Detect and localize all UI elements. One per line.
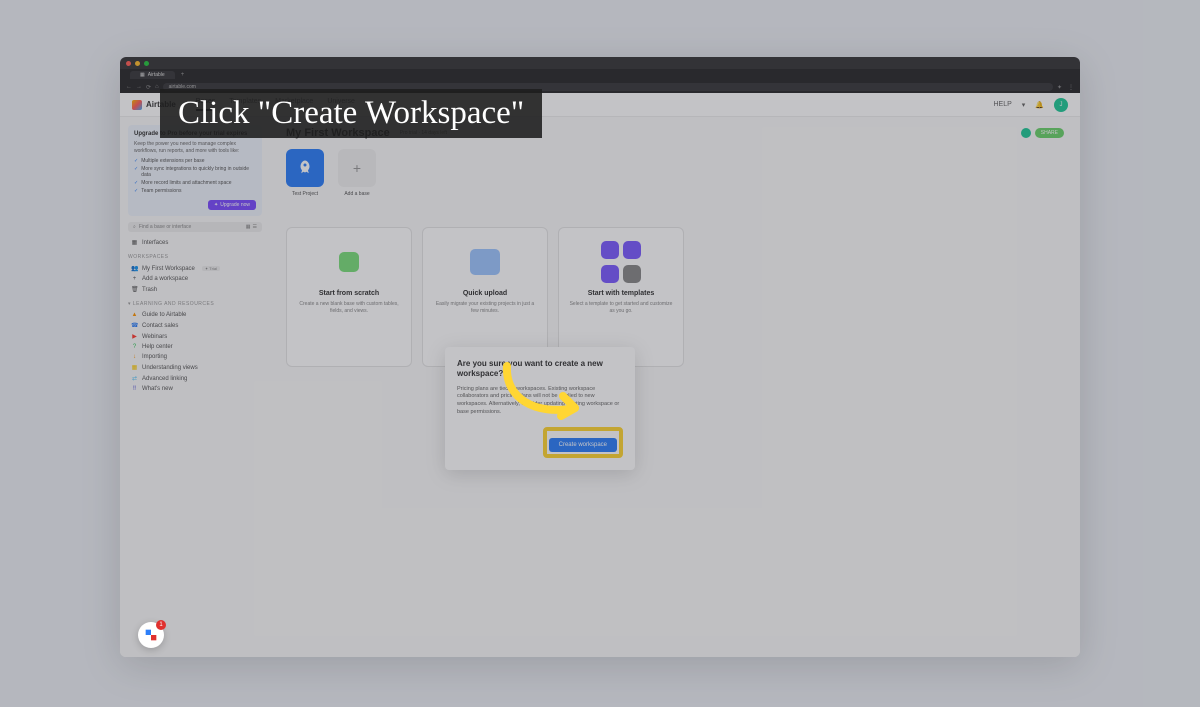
browser-window: ▦ Airtable + ← → ⟳ ⌂ airtable.com ✦ ⋮ Ai… xyxy=(120,57,1080,657)
button-highlight: Create workspace xyxy=(543,427,623,458)
learning-item-icon: ▶ xyxy=(131,333,138,340)
card-subtitle: Select a template to get started and cus… xyxy=(569,301,673,314)
learning-item-icon: ↓ xyxy=(131,354,138,360)
sidebar-add-workspace[interactable]: + Add a workspace xyxy=(128,274,262,284)
start-scratch-card[interactable]: Start from scratch Create a new blank ba… xyxy=(286,227,412,367)
search-icon: ⌕ xyxy=(133,224,136,230)
badge-count: 1 xyxy=(156,620,166,630)
quick-upload-card[interactable]: Quick upload Easily migrate your existin… xyxy=(422,227,548,367)
add-base-tile: + xyxy=(338,149,376,187)
menu-icon[interactable]: ⋮ xyxy=(1068,84,1074,91)
upgrade-promo: Upgrade to Pro before your trial expires… xyxy=(128,125,262,216)
sidebar: Upgrade to Pro before your trial expires… xyxy=(120,117,270,657)
extension-icon[interactable]: ✦ xyxy=(1057,84,1062,91)
template-icon xyxy=(623,241,641,259)
upload-icon xyxy=(470,249,500,275)
check-icon: ✓ xyxy=(134,188,138,194)
trial-badge: ✦ Trial xyxy=(202,266,220,271)
template-icon xyxy=(601,241,619,259)
sidebar-learning-item[interactable]: ↓Importing xyxy=(128,352,262,362)
home-icon[interactable]: ⌂ xyxy=(155,84,159,90)
sidebar-learning-item[interactable]: ▦Understanding views xyxy=(128,362,262,373)
template-icon xyxy=(601,265,619,283)
plus-icon: + xyxy=(131,276,138,282)
search-placeholder: Find a base or interface xyxy=(139,224,192,230)
base-tile xyxy=(286,149,324,187)
sidebar-learning-item[interactable]: ‼What's new xyxy=(128,384,262,394)
new-tab-button[interactable]: + xyxy=(181,72,185,78)
close-window-icon[interactable] xyxy=(126,61,131,66)
learning-item-icon: ? xyxy=(131,344,138,350)
learning-item-icon: ▲ xyxy=(131,312,138,318)
add-base-card[interactable]: + Add a base xyxy=(338,149,376,197)
sidebar-interfaces[interactable]: ▦ Interfaces xyxy=(128,237,262,248)
card-subtitle: Create a new blank base with custom tabl… xyxy=(297,301,401,314)
sidebar-learning-item[interactable]: ⇄Advanced linking xyxy=(128,373,262,384)
trash-icon: 🗑 xyxy=(131,286,138,293)
workspaces-header: WORKSPACES xyxy=(128,254,262,260)
minimize-window-icon[interactable] xyxy=(135,61,140,66)
card-title: Start from scratch xyxy=(319,290,379,297)
list-view-icon[interactable]: ☰ xyxy=(253,224,257,230)
collaborator-avatar[interactable] xyxy=(1021,128,1031,138)
maximize-window-icon[interactable] xyxy=(144,61,149,66)
user-avatar[interactable]: J xyxy=(1054,98,1068,112)
sidebar-learning-item[interactable]: ☎Contact sales xyxy=(128,320,262,331)
workspace-icon: 👥 xyxy=(131,265,138,272)
back-icon[interactable]: ← xyxy=(126,84,132,90)
sidebar-learning-item[interactable]: ▲Guide to Airtable xyxy=(128,310,262,320)
browser-tabbar: ▦ Airtable + xyxy=(120,69,1080,81)
forward-icon[interactable]: → xyxy=(136,84,142,90)
card-title: Quick upload xyxy=(463,290,507,297)
reload-icon[interactable]: ⟳ xyxy=(146,84,151,91)
create-workspace-button[interactable]: Create workspace xyxy=(549,438,617,452)
app-logo-icon xyxy=(143,627,159,643)
learning-item-icon: ⇄ xyxy=(131,375,138,382)
bases-list: Test Project + Add a base xyxy=(286,149,1064,197)
window-titlebar xyxy=(120,57,1080,69)
templates-card[interactable]: Start with templates Select a template t… xyxy=(558,227,684,367)
card-subtitle: Easily migrate your existing projects in… xyxy=(433,301,537,314)
share-button[interactable]: SHARE xyxy=(1035,128,1064,138)
sidebar-search[interactable]: ⌕ Find a base or interface ▦ ☰ xyxy=(128,222,262,232)
learning-header: ▾ LEARNING AND RESOURCES xyxy=(128,301,262,307)
notifications-icon[interactable]: 🔔 xyxy=(1035,101,1044,109)
learning-item-icon: ▦ xyxy=(131,364,138,371)
grid-view-icon[interactable]: ▦ xyxy=(246,224,251,230)
sidebar-trash[interactable]: 🗑 Trash xyxy=(128,284,262,295)
check-icon: ✓ xyxy=(134,158,138,164)
tab-favicon: ▦ xyxy=(140,72,145,78)
check-icon: ✓ xyxy=(134,166,138,178)
learning-item-icon: ‼ xyxy=(131,386,138,392)
upgrade-bullets: ✓Multiple extensions per base ✓More sync… xyxy=(134,158,256,194)
sidebar-learning-item[interactable]: ▶Webinars xyxy=(128,331,262,342)
learning-item-icon: ☎ xyxy=(131,322,138,329)
add-base-label: Add a base xyxy=(338,191,376,197)
base-card[interactable]: Test Project xyxy=(286,149,324,197)
base-name: Test Project xyxy=(286,191,324,197)
scratch-icon xyxy=(339,252,359,272)
help-chevron-icon: ▾ xyxy=(1022,101,1026,109)
plus-icon: + xyxy=(353,160,361,176)
rocket-icon xyxy=(296,159,314,177)
help-link[interactable]: HELP xyxy=(993,101,1011,108)
tab-label: Airtable xyxy=(148,72,165,78)
arrow-annotation xyxy=(495,358,595,428)
main-content: My First Workspace Pro trial · 14 days l… xyxy=(270,117,1080,657)
template-icon xyxy=(623,265,641,283)
instruction-caption: Click "Create Workspace" xyxy=(160,89,542,138)
sidebar-learning-item[interactable]: ?Help center xyxy=(128,342,262,352)
sidebar-workspace[interactable]: 👥 My First Workspace ✦ Trial xyxy=(128,263,262,274)
interfaces-icon: ▦ xyxy=(131,239,138,246)
upgrade-button[interactable]: ✦ Upgrade now xyxy=(208,200,256,210)
sparkle-icon: ✦ xyxy=(214,202,218,208)
browser-tab[interactable]: ▦ Airtable xyxy=(130,71,175,79)
check-icon: ✓ xyxy=(134,180,138,186)
starter-cards: Start from scratch Create a new blank ba… xyxy=(286,227,1064,367)
logo-icon xyxy=(132,100,142,110)
airtable-app: Airtable Bases Templates Marketplace Uni… xyxy=(120,93,1080,657)
card-title: Start with templates xyxy=(588,290,655,297)
app-badge[interactable]: 1 xyxy=(138,622,168,652)
upgrade-subtitle: Keep the power you need to manage comple… xyxy=(134,141,256,154)
